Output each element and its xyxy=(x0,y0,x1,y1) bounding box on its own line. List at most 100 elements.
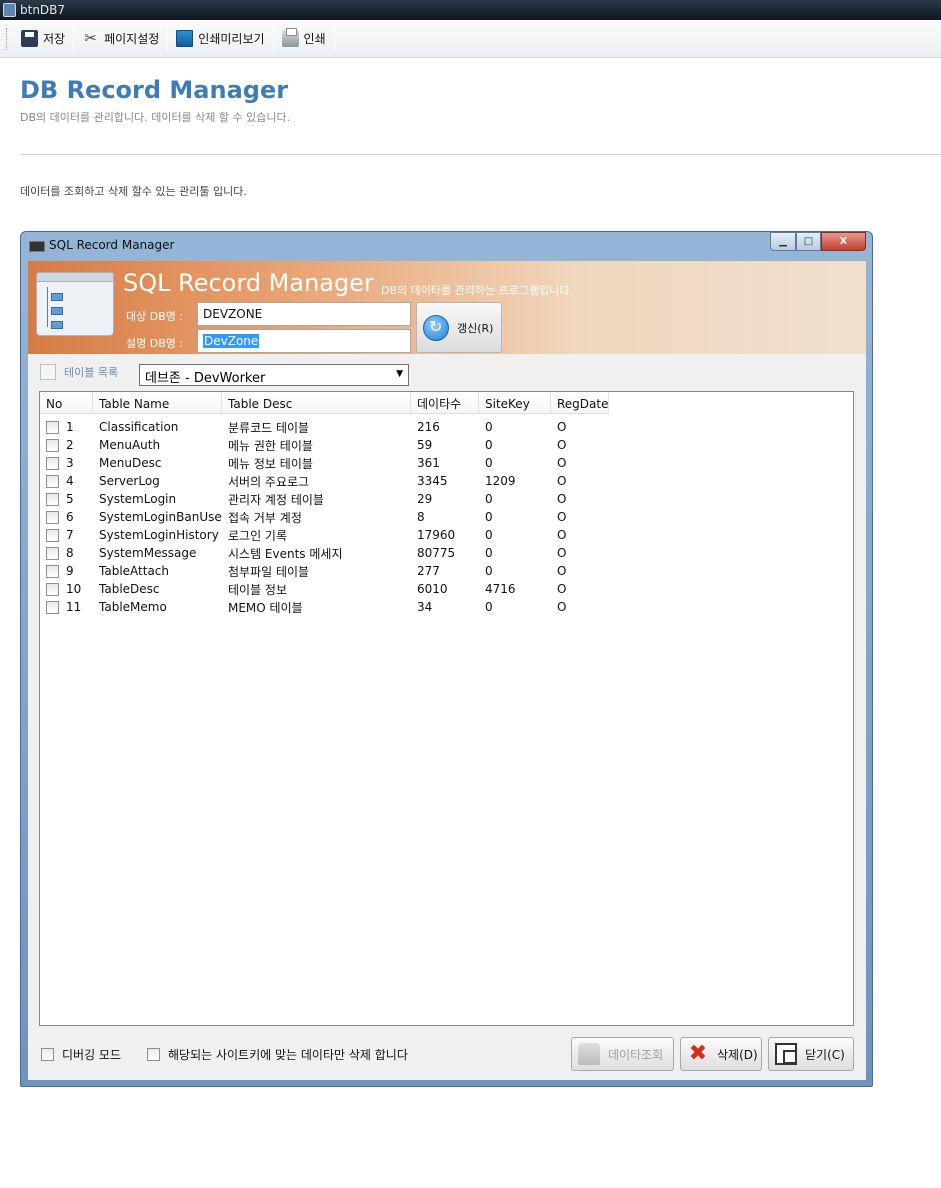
table-row[interactable]: 9 TableAttach 첨부파일 테이블 277 0 O xyxy=(40,562,609,580)
table-row[interactable]: 10 TableDesc 테이블 정보 6010 4716 O xyxy=(40,580,609,598)
sitekey-only-option[interactable]: 해당되는 사이트키에 맞는 데이타만 삭제 합니다 xyxy=(147,1046,408,1063)
desc-db-input[interactable]: DevZone xyxy=(197,329,411,353)
print-button[interactable]: 인쇄 xyxy=(274,25,334,53)
sitekey-only-checkbox[interactable] xyxy=(147,1048,160,1061)
row-number: 8 xyxy=(66,546,74,560)
row-checkbox[interactable] xyxy=(46,421,59,434)
save-label: 저장 xyxy=(43,32,66,46)
table-row[interactable]: 8 SystemMessage 시스템 Events 메세지 80775 0 O xyxy=(40,544,609,562)
minimize-button[interactable]: ▁ xyxy=(770,232,796,251)
cell-count: 34 xyxy=(417,600,433,614)
desc-db-value: DevZone xyxy=(203,334,260,348)
cell-count: 59 xyxy=(417,438,433,452)
cell-regdate: O xyxy=(557,564,567,578)
banner: SQL Record Manager DB의 데이타를 관리하는 프로그램입니다… xyxy=(28,261,866,354)
row-checkbox[interactable] xyxy=(46,493,59,506)
cell-sitekey: 0 xyxy=(485,546,493,560)
cell-desc: 로그인 기록 xyxy=(228,528,288,543)
table-row[interactable]: 2 MenuAuth 메뉴 권한 테이블 59 0 O xyxy=(40,436,609,454)
table-row[interactable]: 5 SystemLogin 관리자 계정 테이블 29 0 O xyxy=(40,490,609,508)
row-number: 5 xyxy=(66,492,74,506)
column-header[interactable]: SiteKey xyxy=(479,392,551,414)
debug-mode-option[interactable]: 디버깅 모드 xyxy=(41,1046,121,1063)
cell-count: 3345 xyxy=(417,474,448,488)
refresh-icon xyxy=(423,314,449,341)
cell-desc: 메뉴 정보 테이블 xyxy=(228,456,313,471)
column-header[interactable]: RegDate xyxy=(551,392,609,414)
cell-sitekey: 1209 xyxy=(485,474,516,488)
row-checkbox[interactable] xyxy=(46,457,59,470)
close-label: 닫기(C) xyxy=(805,1047,845,1062)
cell-regdate: O xyxy=(557,438,567,452)
row-number-cell: 4 xyxy=(40,474,93,488)
query-data-label: 데이타조회 xyxy=(608,1047,664,1062)
page-setup-label: 페이지설정 xyxy=(104,32,160,46)
delete-button[interactable]: ✖ 삭제(D) xyxy=(680,1037,762,1071)
cell-regdate: O xyxy=(557,456,567,470)
table-row[interactable]: 4 ServerLog 서버의 주요로그 3345 1209 O xyxy=(40,472,609,490)
close-window-button[interactable]: X xyxy=(821,232,866,251)
column-header[interactable]: No xyxy=(40,392,93,414)
toolbar: 저장 ✂ 페이지설정 인쇄미리보기 인쇄 xyxy=(0,20,941,58)
delete-icon: ✖ xyxy=(688,1041,708,1066)
column-header[interactable]: Table Desc xyxy=(222,392,411,414)
row-checkbox[interactable] xyxy=(46,529,59,542)
row-checkbox[interactable] xyxy=(46,583,59,596)
row-checkbox[interactable] xyxy=(46,547,59,560)
table-row[interactable]: 11 TableMemo MEMO 테이블 34 0 O xyxy=(40,598,609,616)
row-number: 11 xyxy=(66,600,82,614)
maximize-button[interactable]: □ xyxy=(796,232,821,251)
chevron-down-icon: ▼ xyxy=(396,369,403,379)
desc-db-label: 설명 DB명 : xyxy=(126,337,184,350)
row-checkbox[interactable] xyxy=(46,601,59,614)
row-number-cell: 2 xyxy=(40,438,93,452)
row-number-cell: 11 xyxy=(40,600,93,614)
close-icon xyxy=(775,1043,797,1065)
save-button[interactable]: 저장 xyxy=(13,25,73,53)
row-checkbox[interactable] xyxy=(46,565,59,578)
database-icon xyxy=(578,1043,600,1065)
record-manager-window: SQL Record Manager ▁ □ X SQL Record Mana… xyxy=(20,231,873,1087)
cell-name: SystemMessage xyxy=(99,546,197,560)
table-row[interactable]: 3 MenuDesc 메뉴 정보 테이블 361 0 O xyxy=(40,454,609,472)
table-grid[interactable]: No Table Name Table Desc 데이타수 SiteKey RegDate… xyxy=(39,391,854,1026)
cell-sitekey: 0 xyxy=(485,438,493,452)
target-db-value: DEVZONE xyxy=(203,307,263,321)
close-button[interactable]: 닫기(C) xyxy=(768,1037,854,1071)
row-number: 10 xyxy=(66,582,82,596)
table-row[interactable]: 6 SystemLoginBanUser 접속 거부 계정 8 0 O xyxy=(40,508,609,526)
refresh-button[interactable]: 갱신(R) xyxy=(416,302,502,353)
cell-desc: 접속 거부 계정 xyxy=(228,510,302,525)
column-header[interactable]: 데이타수 xyxy=(411,392,479,414)
cell-name: TableAttach xyxy=(99,564,169,578)
page-setup-button[interactable]: ✂ 페이지설정 xyxy=(74,25,167,53)
cell-count: 216 xyxy=(417,420,440,434)
query-data-button[interactable]: 데이타조회 xyxy=(571,1037,674,1071)
toolbar-grip[interactable] xyxy=(6,27,9,50)
cell-name: TableDesc xyxy=(99,582,160,596)
cell-sitekey: 0 xyxy=(485,510,493,524)
cell-regdate: O xyxy=(557,510,567,524)
page-subtitle: DB의 데이터를 관리합니다. 데이터를 삭제 할 수 있습니다. xyxy=(20,111,291,124)
row-checkbox[interactable] xyxy=(46,475,59,488)
window-controls: ▁ □ X xyxy=(770,232,866,251)
table-row[interactable]: 1 Classification 분류코드 테이블 216 0 O xyxy=(40,418,609,436)
window-title: SQL Record Manager xyxy=(49,238,175,252)
row-number-cell: 10 xyxy=(40,582,93,596)
cell-count: 29 xyxy=(417,492,433,506)
column-header[interactable]: Table Name xyxy=(93,392,222,414)
print-preview-button[interactable]: 인쇄미리보기 xyxy=(168,25,272,53)
row-checkbox[interactable] xyxy=(46,511,59,524)
table-select[interactable]: 데브존 - DevWorker ▼ xyxy=(139,364,409,386)
table-row[interactable]: 7 SystemLoginHistory 로그인 기록 17960 0 O xyxy=(40,526,609,544)
delete-label: 삭제(D) xyxy=(717,1047,758,1062)
cell-sitekey: 0 xyxy=(485,456,493,470)
cell-regdate: O xyxy=(557,600,567,614)
row-checkbox[interactable] xyxy=(46,439,59,452)
cell-name: ServerLog xyxy=(99,474,160,488)
target-db-input[interactable]: DEVZONE xyxy=(197,302,411,326)
debug-mode-checkbox[interactable] xyxy=(41,1048,54,1061)
row-number-cell: 9 xyxy=(40,564,93,578)
page-title: DB Record Manager xyxy=(20,76,289,104)
cell-count: 277 xyxy=(417,564,440,578)
